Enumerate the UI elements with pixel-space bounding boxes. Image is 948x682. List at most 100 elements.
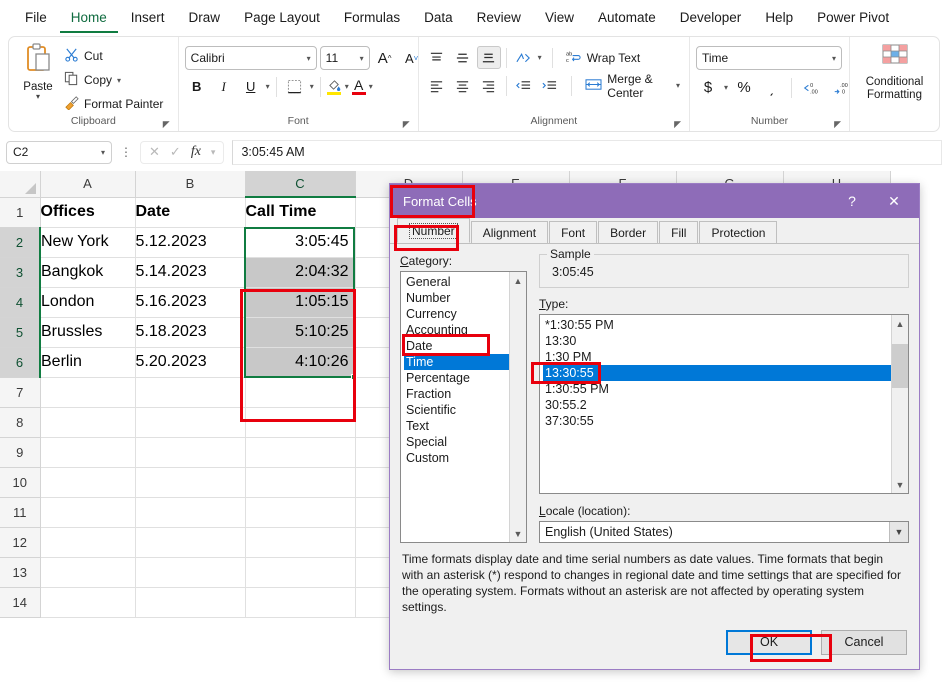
select-all-corner[interactable] — [0, 171, 41, 198]
ribbon-tab-view[interactable]: View — [534, 4, 585, 33]
cell-b13[interactable] — [135, 557, 246, 588]
category-item-time[interactable]: Time — [404, 354, 509, 370]
ribbon-tab-draw[interactable]: Draw — [178, 4, 232, 33]
font-name-combo[interactable]: Calibri ▾ — [184, 46, 317, 70]
cell-c7[interactable] — [245, 377, 356, 408]
font-color-button[interactable]: A — [351, 75, 366, 98]
cell-b2[interactable]: 5.12.2023 — [135, 227, 246, 258]
row-header-7[interactable]: 7 — [0, 377, 41, 408]
borders-dropdown-caret[interactable]: ▾ — [310, 82, 314, 91]
locale-combo[interactable]: English (United States) ▼ — [539, 521, 909, 543]
cell-c8[interactable] — [245, 407, 356, 438]
number-dialog-launcher[interactable]: ◤ — [834, 119, 841, 130]
column-header-b[interactable]: B — [135, 171, 246, 198]
align-middle-button[interactable] — [451, 46, 475, 69]
cell-c9[interactable] — [245, 437, 356, 468]
row-header-2[interactable]: 2 — [0, 227, 41, 258]
cell-b8[interactable] — [135, 407, 246, 438]
tab-number[interactable]: Number — [397, 218, 470, 243]
type-listbox[interactable]: *1:30:55 PM 13:30 1:30 PM 13:30:55 1:30:… — [539, 314, 909, 494]
close-icon[interactable]: ✕ — [875, 186, 913, 216]
row-header-14[interactable]: 14 — [0, 587, 41, 618]
fill-color-button[interactable] — [327, 75, 342, 98]
cell-a3[interactable]: Bangkok — [40, 257, 136, 288]
type-item-5[interactable]: 30:55.2 — [543, 397, 891, 413]
italic-button[interactable]: I — [212, 75, 236, 98]
paste-dropdown-caret[interactable]: ▾ — [36, 93, 40, 101]
ribbon-tab-insert[interactable]: Insert — [120, 4, 176, 33]
align-left-button[interactable] — [425, 74, 449, 97]
category-item-scientific[interactable]: Scientific — [404, 402, 509, 418]
cell-b11[interactable] — [135, 497, 246, 528]
align-right-button[interactable] — [477, 74, 501, 97]
underline-dropdown-caret[interactable]: ▾ — [266, 82, 270, 91]
orientation-button[interactable] — [512, 46, 536, 69]
tab-alignment[interactable]: Alignment — [470, 221, 549, 243]
cell-b3[interactable]: 5.14.2023 — [135, 257, 246, 288]
cell-b10[interactable] — [135, 467, 246, 498]
ribbon-tab-page-layout[interactable]: Page Layout — [233, 4, 331, 33]
type-item-6[interactable]: 37:30:55 — [543, 413, 891, 429]
column-header-a[interactable]: A — [40, 171, 136, 198]
enter-icon[interactable]: ✓ — [170, 144, 181, 160]
increase-indent-button[interactable] — [537, 74, 561, 97]
cell-b12[interactable] — [135, 527, 246, 558]
category-item-number[interactable]: Number — [404, 290, 509, 306]
row-header-9[interactable]: 9 — [0, 437, 41, 468]
cell-a13[interactable] — [40, 557, 136, 588]
scroll-up-icon[interactable]: ▲ — [892, 315, 908, 332]
category-item-text[interactable]: Text — [404, 418, 509, 434]
cell-b14[interactable] — [135, 587, 246, 618]
ok-button[interactable]: OK — [726, 629, 812, 655]
accounting-dropdown-caret[interactable]: ▾ — [724, 83, 728, 92]
tab-font[interactable]: Font — [549, 221, 598, 243]
percent-format-button[interactable]: % — [732, 76, 756, 99]
category-item-fraction[interactable]: Fraction — [404, 386, 509, 402]
row-header-5[interactable]: 5 — [0, 317, 41, 348]
cell-a7[interactable] — [40, 377, 136, 408]
cell-a2[interactable]: New York — [40, 227, 136, 258]
bold-button[interactable]: B — [185, 75, 209, 98]
tab-fill[interactable]: Fill — [659, 221, 699, 243]
ribbon-tab-help[interactable]: Help — [754, 4, 804, 33]
cell-c14[interactable] — [245, 587, 356, 618]
accounting-format-button[interactable]: $ — [696, 76, 720, 99]
category-item-special[interactable]: Special — [404, 434, 509, 450]
ribbon-tab-formulas[interactable]: Formulas — [333, 4, 411, 33]
row-header-8[interactable]: 8 — [0, 407, 41, 438]
comma-format-button[interactable]: ͵ — [760, 76, 784, 99]
paste-button[interactable]: Paste ▾ — [15, 41, 61, 101]
row-header-4[interactable]: 4 — [0, 287, 41, 318]
category-item-date[interactable]: Date — [404, 338, 509, 354]
merge-center-dropdown-caret[interactable]: ▾ — [676, 81, 680, 90]
scroll-down-icon[interactable]: ▼ — [510, 525, 526, 542]
cell-c2[interactable]: 3:05:45 — [245, 227, 356, 258]
help-button[interactable]: ? — [833, 186, 871, 216]
cell-c6[interactable]: 4:10:26 — [245, 347, 356, 378]
row-header-6[interactable]: 6 — [0, 347, 41, 378]
row-header-10[interactable]: 10 — [0, 467, 41, 498]
category-item-accounting[interactable]: Accounting — [404, 322, 509, 338]
dialog-title-bar[interactable]: Format Cells ? ✕ — [390, 184, 919, 218]
cell-a11[interactable] — [40, 497, 136, 528]
wrap-text-button[interactable]: ab c Wrap Text — [563, 46, 644, 69]
ribbon-tab-file[interactable]: File — [14, 4, 58, 33]
fill-color-dropdown-caret[interactable]: ▾ — [345, 82, 349, 91]
font-size-combo[interactable]: 11 ▾ — [319, 46, 370, 70]
name-box[interactable]: C2 ▾ — [6, 140, 112, 164]
cell-a12[interactable] — [40, 527, 136, 558]
scroll-up-icon[interactable]: ▲ — [510, 272, 526, 289]
category-scrollbar[interactable]: ▲ ▼ — [509, 272, 526, 542]
row-header-1[interactable]: 1 — [0, 197, 41, 228]
category-scroll-track[interactable] — [510, 289, 526, 525]
cell-c11[interactable] — [245, 497, 356, 528]
cancel-button[interactable]: Cancel — [821, 629, 907, 655]
increase-font-size-button[interactable]: A ^ — [373, 47, 397, 70]
cell-c13[interactable] — [245, 557, 356, 588]
cell-b1[interactable]: Date — [135, 197, 246, 228]
category-item-currency[interactable]: Currency — [404, 306, 509, 322]
type-item-4[interactable]: 1:30:55 PM — [543, 381, 891, 397]
font-color-dropdown-caret[interactable]: ▾ — [369, 82, 373, 91]
type-item-3[interactable]: 13:30:55 — [543, 365, 891, 381]
ribbon-tab-developer[interactable]: Developer — [669, 4, 753, 33]
